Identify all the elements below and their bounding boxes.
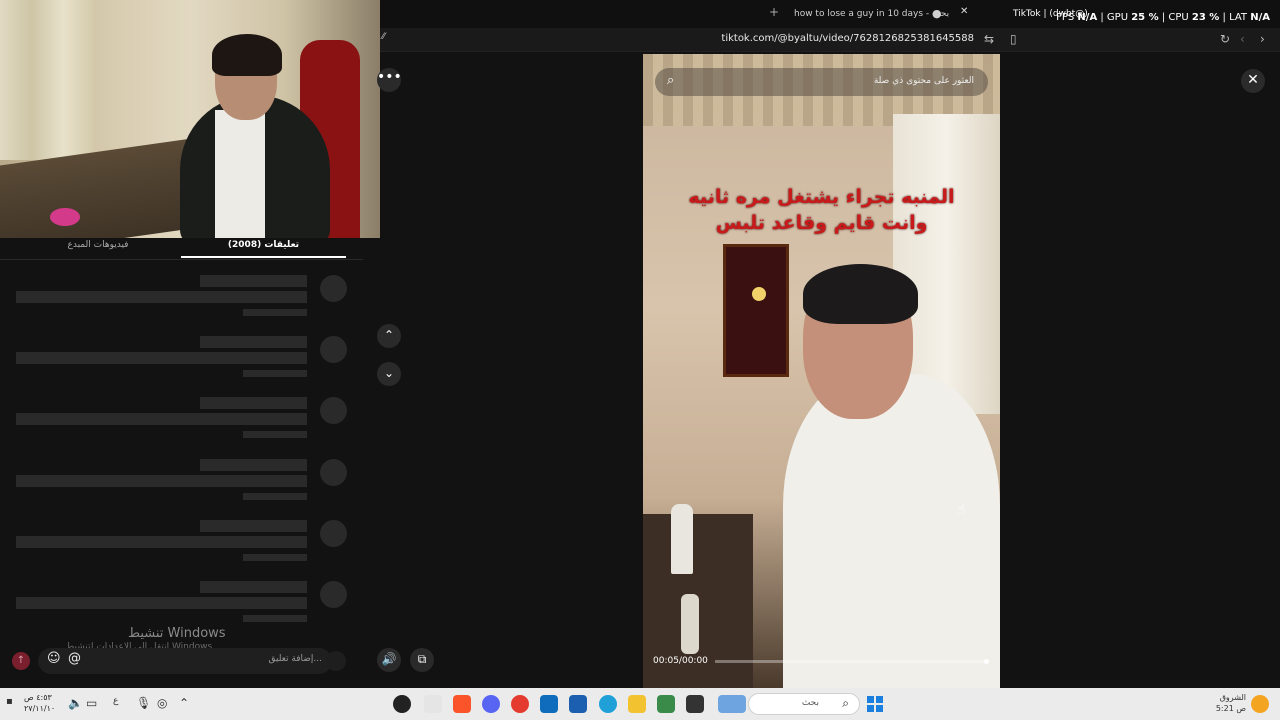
windows-start-icon[interactable] (867, 696, 883, 712)
webcam-curtain (0, 0, 95, 160)
speaker-icon[interactable]: 🔈 (68, 696, 83, 710)
comment-input[interactable]: ☺ @ إضافة تعليق... (38, 648, 332, 674)
search-icon[interactable]: ⌕ (667, 73, 674, 88)
weather-widget[interactable]: الشروق 5:21 ص (1206, 692, 1246, 714)
microphone-icon[interactable]: 🎙 (136, 696, 151, 710)
next-video-chevron-down-icon[interactable]: ⌄ (377, 362, 401, 386)
store-icon[interactable] (569, 695, 587, 713)
mention-icon[interactable]: @ (68, 651, 81, 666)
folder-icon[interactable] (628, 695, 646, 713)
comment-skeleton (0, 275, 363, 325)
related-search-placeholder: العثور على محتوى ذي صلة (873, 76, 974, 86)
app-icon[interactable] (657, 695, 675, 713)
chrome-icon[interactable] (511, 695, 529, 713)
video-wall-frame (723, 244, 789, 377)
taskbar-search[interactable]: بحث ⌕ (748, 693, 860, 715)
webcam-feed (0, 0, 380, 238)
blank-app-icon[interactable] (424, 695, 442, 713)
weather-label: الشروق (1219, 693, 1246, 702)
comment-skeleton (0, 459, 363, 509)
taskbar: ٤:٥٣ ص ٢٧/١١/١٠ ▪ 🔈 ▭ ع 🎙 ◎ ⌃ بحث ⌕ الشر… (0, 688, 1280, 720)
more-options-icon[interactable]: ••• (377, 68, 402, 92)
hand-cursor-icon: ☝ (957, 502, 966, 518)
comments-panel: (2008) تعليقات فيديوهات المبدع (0, 238, 363, 688)
comment-avatar (326, 651, 346, 671)
forward-icon[interactable]: › (1260, 32, 1265, 46)
progress-knob[interactable] (984, 659, 989, 664)
video-caption: المنبه تجراء يشتغل مره ثانيه وانت قايم و… (643, 184, 1000, 236)
webcam-person-shirt (215, 110, 265, 238)
site-settings-icon[interactable]: ⇆ (984, 32, 994, 46)
screen: + how to lose a guy in 10 days - بحث ● ✕… (0, 0, 1280, 720)
clock-date: ٢٧/١١/١٠ (24, 704, 56, 713)
google-icon: ● (932, 7, 942, 20)
video-man-hair (803, 264, 918, 324)
network-icon[interactable]: ◎ (157, 696, 167, 710)
sun-icon (1251, 695, 1269, 713)
edge-icon[interactable] (599, 695, 617, 713)
widget-icon[interactable] (718, 695, 746, 713)
taskbar-search-placeholder: بحث (801, 698, 819, 708)
clock-time: ٤:٥٣ ص (24, 693, 52, 702)
related-search-bar[interactable]: ⌕ العثور على محتوى ذي صلة (655, 68, 988, 96)
language-icon[interactable]: ع (113, 696, 118, 706)
reload-icon[interactable]: ↻ (1220, 32, 1230, 46)
discord-icon[interactable] (482, 695, 500, 713)
tab-close-icon[interactable]: ✕ (960, 6, 968, 17)
taskbar-clock[interactable]: ٤:٥٣ ص ٢٧/١١/١٠ (24, 692, 55, 714)
caption-line-2: وانت قايم وقاعد تلبس (715, 212, 928, 234)
video-player[interactable]: المنبه تجراء يشتغل مره ثانيه وانت قايم و… (643, 54, 1000, 688)
comment-skeleton (0, 581, 363, 631)
tab-search[interactable]: how to lose a guy in 10 days - بحث (794, 6, 949, 22)
windows-activation-title: تنشيط Windows (128, 626, 226, 641)
comment-skeleton (0, 397, 363, 447)
new-tab-button[interactable]: + (769, 5, 779, 19)
tab-comments[interactable]: (2008) تعليقات (181, 238, 346, 258)
volume-icon[interactable]: 🔊 (377, 648, 401, 672)
url-text[interactable]: tiktok.com/@byaltu/video/762812682538164… (721, 33, 974, 44)
tab-creator-videos[interactable]: فيديوهات المبدع (18, 238, 178, 258)
comment-bar: ↑ ☺ @ إضافة تعليق... (8, 648, 363, 674)
extension-icon: ⁄⁄ (382, 32, 386, 42)
video-time: 00:05/00:00 (653, 656, 708, 666)
smile-icon[interactable]: ☺ (47, 651, 61, 666)
previous-video-chevron-up-icon[interactable]: ⌃ (377, 324, 401, 348)
bookmark-icon[interactable]: ▯ (1010, 32, 1017, 46)
webcam-mouse (50, 208, 80, 226)
terminal-icon[interactable] (686, 695, 704, 713)
send-icon[interactable]: ↑ (12, 652, 30, 670)
webcam-person-hair (212, 34, 282, 76)
video-man-robe (783, 374, 1000, 688)
performance-overlay: FPS N/A | GPU 25 % | CPU 23 % | LAT N/A (1056, 12, 1270, 23)
brave-icon[interactable] (453, 695, 471, 713)
weather-time: 5:21 ص (1215, 704, 1246, 713)
comment-skeleton (0, 520, 363, 570)
close-icon[interactable]: ✕ (1241, 69, 1265, 93)
tab-divider (0, 259, 363, 260)
caption-line-1: المنبه تجراء يشتغل مره ثانيه (688, 186, 955, 208)
obs-icon[interactable] (393, 695, 411, 713)
outlook-icon[interactable] (540, 695, 558, 713)
comment-placeholder: إضافة تعليق... (268, 654, 322, 664)
address-bar[interactable]: ⁄⁄ tiktok.com/@byaltu/video/762812682538… (380, 28, 1280, 52)
display-icon[interactable]: ▭ (86, 696, 97, 710)
video-bottle (671, 504, 693, 574)
search-icon: ⌕ (842, 696, 849, 710)
video-progress-bar[interactable] (715, 659, 989, 664)
notification-icon[interactable]: ▪ (6, 696, 13, 707)
picture-in-picture-icon[interactable]: ⧉ (410, 648, 434, 672)
back-icon[interactable]: ‹ (1240, 32, 1245, 46)
chevron-up-icon[interactable]: ⌃ (179, 696, 189, 710)
video-bottle (681, 594, 699, 654)
comment-skeleton (0, 336, 363, 386)
